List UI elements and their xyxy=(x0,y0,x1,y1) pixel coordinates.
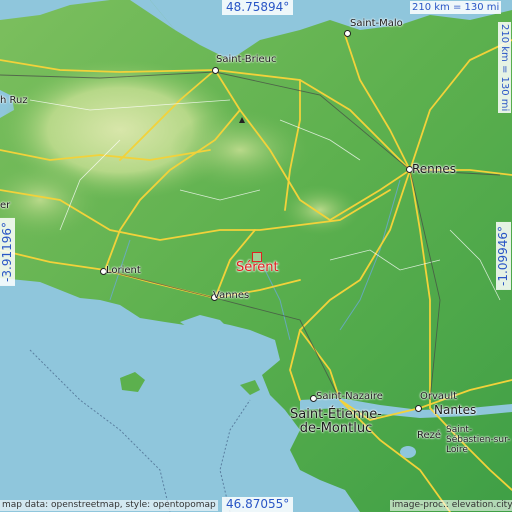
place-lorient: Lorient xyxy=(106,265,141,276)
marker-label: Sérent xyxy=(236,260,279,275)
coord-left: -3.91196° xyxy=(0,218,15,286)
place-saint-nazaire: Saint-Nazaire xyxy=(316,391,383,402)
coord-right: -1.09946° xyxy=(496,222,511,290)
credit-image-proc: image-proc.: elevation.city xyxy=(390,500,512,511)
place-saint-malo: Saint-Malo xyxy=(350,18,403,29)
place-partial-ruz: h Ruz xyxy=(0,95,28,106)
place-orvault: Orvault xyxy=(420,391,458,402)
saint-malo-dot xyxy=(344,30,351,37)
coord-bottom: 46.87055° xyxy=(222,497,294,512)
coord-top: 48.75894° xyxy=(222,0,294,15)
saint-brieuc-dot xyxy=(212,67,219,74)
scale-vertical: 210 km = 130 mi xyxy=(498,22,511,114)
place-saint-brieuc: Saint-Brieuc xyxy=(216,54,277,65)
peak-icon xyxy=(239,117,245,123)
scale-horizontal: 210 km = 130 mi xyxy=(410,1,502,14)
place-nantes: Nantes xyxy=(434,403,477,417)
place-rennes: Rennes xyxy=(412,162,457,176)
place-saint-etienne: Saint-Étienne-de-Montluc xyxy=(290,407,382,436)
place-reze: Rezé xyxy=(417,430,442,441)
credit-map-data: map data: openstreetmap, style: opentopo… xyxy=(0,500,218,511)
place-partial-er: er xyxy=(0,200,11,211)
map[interactable]: Saint-Malo Saint-Brieuc Rennes Lorient V… xyxy=(0,0,512,512)
nantes-dot xyxy=(415,405,422,412)
place-vannes: Vannes xyxy=(213,290,250,301)
place-saint-sebastien: Saint-Sébastien-sur-Loire xyxy=(446,425,511,455)
